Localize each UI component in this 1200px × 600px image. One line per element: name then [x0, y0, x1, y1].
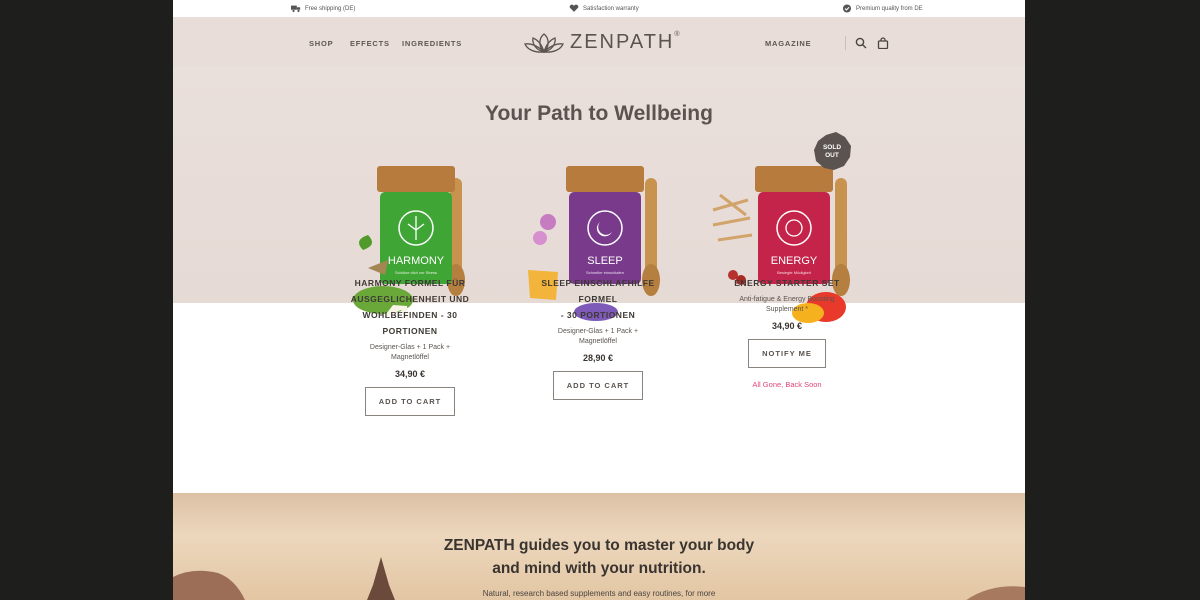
harmony-jar-label: HARMONY [388, 255, 445, 267]
nav-magazine[interactable]: MAGAZINE [765, 39, 811, 48]
product-subtitle: Designer-Glas + 1 Pack + Magnetlöffel [523, 327, 673, 347]
product-info-energy: ENERGY STARTER SET Anti-fatigue & Energy… [712, 275, 862, 389]
product-subtitle-line: Designer-Glas + 1 Pack + [557, 328, 639, 335]
truck-icon [291, 5, 301, 13]
hero-title: Your Path to Wellbeing [485, 102, 713, 125]
banner-title-line: ZENPATH guides you to master your body [443, 537, 755, 554]
notify-me-button[interactable]: NOTIFY ME [748, 339, 826, 368]
stock-status: All Gone, Back Soon [752, 380, 822, 389]
banner-title: ZENPATH guides you to master your body a… [173, 534, 1025, 580]
energy-jar-label: ENERGY [771, 255, 818, 267]
product-subtitle-line: Designer-Glas + 1 Pack + [369, 344, 451, 351]
page-frame: Free shipping (DE) Satisfaction warranty… [173, 0, 1025, 600]
product-name[interactable]: HARMONY FORMEL FÜR AUSGEGLICHENHEIT UND … [335, 275, 485, 339]
sold-out-badge: SOLD OUT [814, 132, 851, 170]
nav-shop[interactable]: SHOP [309, 39, 333, 48]
product-info-sleep: SLEEP EINSCHLAFHILFE FORMEL - 30 PORTION… [523, 275, 673, 400]
nav-effects[interactable]: EFFECTS [350, 39, 390, 48]
nav-ingredients[interactable]: INGREDIENTS [402, 39, 462, 48]
product-name-line: WOHLBEFINDEN - 30 PORTIONEN [362, 310, 458, 336]
lotus-icon [524, 32, 564, 53]
product-subtitle-line: Magnetlöffel [578, 338, 617, 345]
registered-mark: ® [674, 31, 682, 38]
add-to-cart-button[interactable]: ADD TO CART [364, 387, 456, 416]
heart-icon [569, 4, 579, 12]
product-name[interactable]: SLEEP EINSCHLAFHILFE FORMEL - 30 PORTION… [523, 275, 673, 323]
quality-notice: Premium quality from DE [842, 4, 923, 13]
brand-name: ZENPATH® [570, 31, 682, 54]
product-price: 34,90 € [394, 369, 426, 379]
product-subtitle: Anti-fatigue & Energy Boosting Supplemen… [712, 295, 862, 315]
shipping-notice: Free shipping (DE) [291, 4, 355, 13]
product-info-harmony: HARMONY FORMEL FÜR AUSGEGLICHENHEIT UND … [335, 275, 485, 416]
warranty-text: Satisfaction warranty [583, 5, 639, 12]
product-price: 28,90 € [582, 353, 614, 363]
search-icon[interactable] [855, 37, 867, 49]
product-name-line: HARMONY FORMEL FÜR [354, 278, 466, 288]
product-name[interactable]: ENERGY STARTER SET [712, 275, 862, 291]
brand-logo[interactable]: ZENPATH® [524, 31, 682, 54]
product-subtitle-line: Supplement * [765, 306, 809, 313]
banner-subtitle: Natural, research based supplements and … [482, 589, 716, 598]
product-subtitle-line: Anti-fatigue & Energy Boosting [739, 296, 835, 303]
shipping-text: Free shipping (DE) [305, 5, 356, 12]
header-divider [845, 36, 846, 50]
check-circle-icon [842, 4, 852, 13]
product-name-line: AUSGEGLICHENHEIT UND [350, 294, 470, 304]
quality-text: Premium quality from DE [856, 5, 923, 12]
mission-banner: ZENPATH guides you to master your body a… [173, 493, 1025, 600]
product-subtitle: Designer-Glas + 1 Pack + Magnetlöffel [335, 343, 485, 363]
warranty-notice: Satisfaction warranty [569, 4, 639, 13]
brand-name-text: ZENPATH [570, 31, 675, 53]
sold-out-text: OUT [825, 152, 839, 159]
add-to-cart-button[interactable]: ADD TO CART [552, 371, 644, 400]
banner-title-line: and mind with your nutrition. [492, 560, 706, 577]
sleep-jar-label: SLEEP [587, 255, 622, 267]
product-name-line: SLEEP EINSCHLAFHILFE FORMEL [541, 278, 655, 304]
site-header: SHOP EFFECTS INGREDIENTS ZENPATH® MAGAZI… [173, 17, 1025, 67]
product-subtitle-line: Magnetlöffel [390, 354, 429, 361]
product-price: 34,90 € [771, 321, 803, 331]
shopping-bag-icon[interactable] [877, 37, 889, 49]
sold-out-text: SOLD [823, 144, 841, 151]
top-bar: Free shipping (DE) Satisfaction warranty… [173, 0, 1025, 17]
product-name-line: ENERGY STARTER SET [734, 278, 840, 288]
product-name-line: - 30 PORTIONEN [560, 310, 636, 320]
